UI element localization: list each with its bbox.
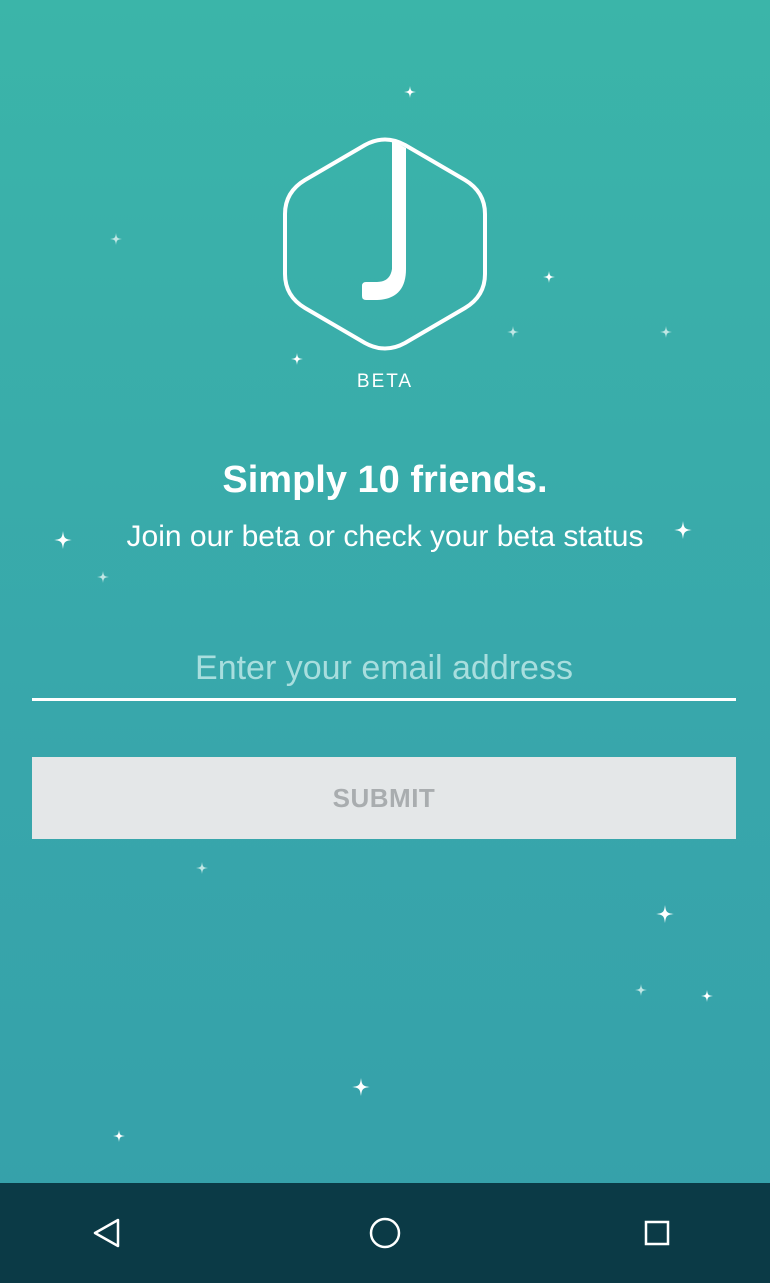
- sparkle-icon: [635, 984, 647, 996]
- sparkle-icon: [196, 862, 208, 874]
- hexagon-logo-icon: [283, 137, 487, 351]
- sparkle-icon: [110, 233, 122, 245]
- beta-signup-screen: BETA Simply 10 friends. Join our beta or…: [0, 0, 770, 1283]
- sparkle-icon: [660, 326, 672, 338]
- system-nav-bar: [0, 1183, 770, 1283]
- sparkle-icon: [97, 571, 109, 583]
- app-logo: [282, 134, 488, 354]
- recents-square-icon: [644, 1220, 670, 1246]
- submit-button[interactable]: SUBMIT: [32, 757, 736, 839]
- home-circle-icon: [369, 1217, 401, 1249]
- nav-home-button[interactable]: [359, 1207, 411, 1259]
- sparkle-icon: [543, 271, 555, 283]
- sparkle-icon: [352, 1078, 370, 1096]
- sparkle-icon: [291, 353, 303, 365]
- beta-label: BETA: [356, 371, 414, 392]
- headline: Simply 10 friends.: [222, 459, 548, 501]
- sparkle-icon: [113, 1130, 125, 1142]
- sparkle-icon: [507, 326, 519, 338]
- subheadline: Join our beta or check your beta status: [126, 520, 644, 553]
- back-triangle-icon: [93, 1218, 120, 1248]
- sparkle-icon: [701, 990, 713, 1002]
- sparkle-icon: [404, 86, 416, 98]
- nav-recents-button[interactable]: [631, 1207, 683, 1259]
- email-input[interactable]: [32, 638, 736, 701]
- nav-back-button[interactable]: [81, 1207, 133, 1259]
- sparkle-icon: [656, 905, 674, 923]
